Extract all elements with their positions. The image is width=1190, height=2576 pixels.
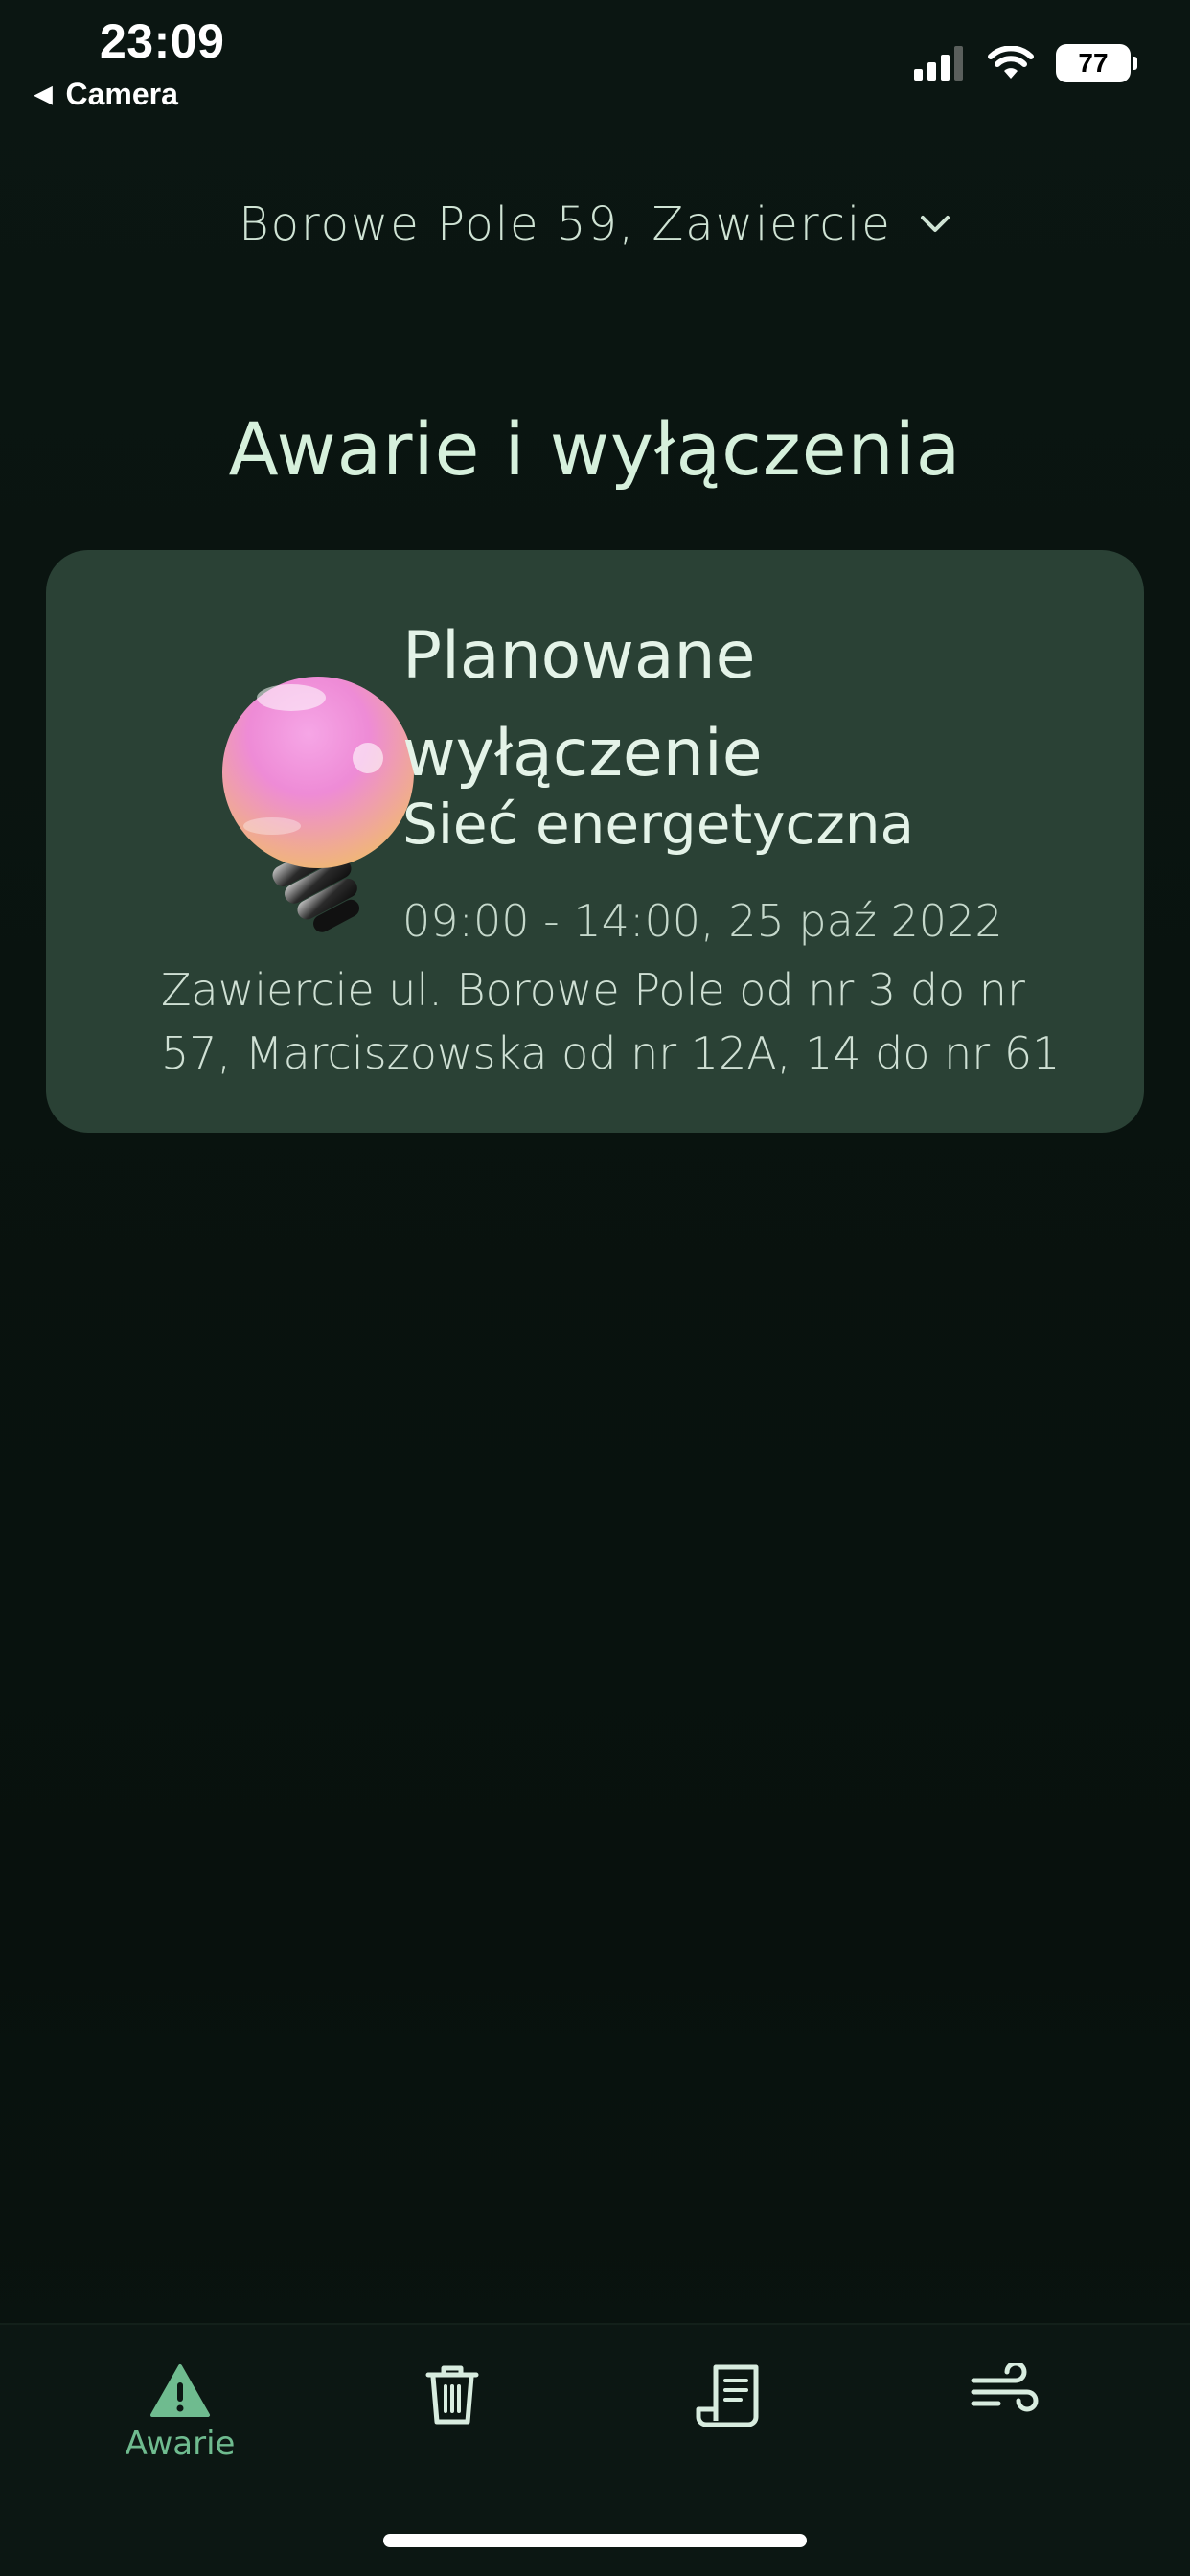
battery-indicator: 77 xyxy=(1056,44,1137,82)
outage-title: Planowane wyłączenie xyxy=(402,618,763,792)
location-label: Borowe Pole 59, Zawiercie xyxy=(239,197,892,251)
tab-awarie[interactable]: Awarie xyxy=(84,2363,276,2463)
chevron-down-icon xyxy=(920,216,950,232)
outage-subtitle: Sieć energetyczna xyxy=(402,792,915,857)
wind-icon xyxy=(971,2363,1039,2412)
light-bulb-icon xyxy=(222,677,414,932)
back-to-camera-button[interactable]: ◀ Camera xyxy=(34,77,178,112)
outage-card[interactable]: Planowane wyłączenie Sieć energetyczna 0… xyxy=(46,550,1144,1133)
tab-air-quality[interactable] xyxy=(908,2363,1100,2419)
home-indicator[interactable] xyxy=(383,2534,807,2547)
trash-icon xyxy=(425,2365,479,2425)
location-selector[interactable]: Borowe Pole 59, Zawiercie xyxy=(0,197,1190,251)
outage-time-range: 09:00 - 14:00, 25 paź 2022 xyxy=(402,895,1003,947)
back-label: Camera xyxy=(65,77,178,111)
tab-bills[interactable] xyxy=(632,2363,824,2428)
back-triangle-icon: ◀ xyxy=(34,81,53,107)
tab-label-awarie: Awarie xyxy=(125,2425,236,2463)
warning-icon xyxy=(150,2364,210,2417)
app-screen: 23:09 ◀ Camera 77 Borowe Pole 59, Zawier… xyxy=(0,0,1190,2576)
receipt-icon xyxy=(696,2364,759,2427)
wifi-icon xyxy=(988,46,1034,79)
tab-waste[interactable] xyxy=(356,2363,548,2426)
status-time: 23:09 xyxy=(100,14,225,68)
page-title: Awarie i wyłączenia xyxy=(228,406,962,492)
cellular-signal-icon xyxy=(914,46,963,80)
status-indicators: 77 xyxy=(914,44,1137,82)
outage-description: Zawiercie ul. Borowe Pole od nr 3 do nr … xyxy=(161,964,1061,1079)
